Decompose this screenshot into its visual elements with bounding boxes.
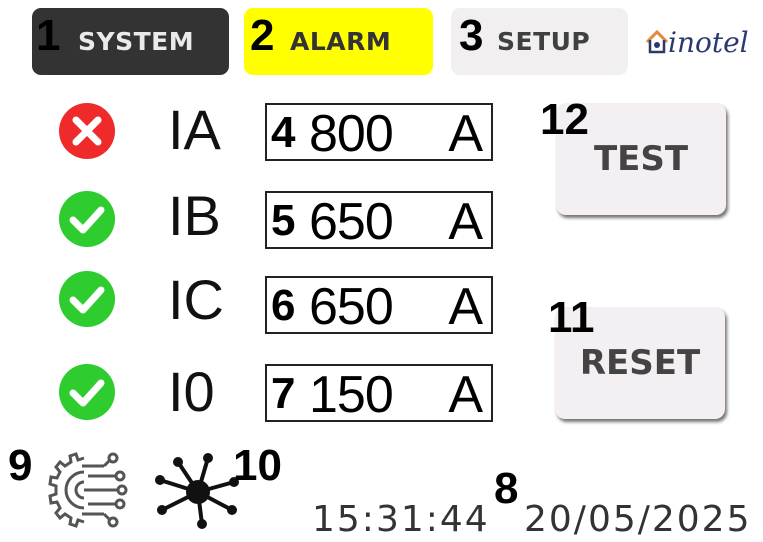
value-ib: 650 [309,193,394,251]
datetime-number: 8 [494,464,519,513]
check-circle-icon [57,269,117,329]
value-ic: 650 [309,278,394,336]
value-box-ia-number: 4 [271,108,296,157]
tab-setup-number: 3 [459,11,484,60]
unit-ia: A [448,105,483,163]
tab-alarm-number: 2 [250,11,275,60]
clock-time: 15:31:44 [312,499,490,540]
gear-circuit-icon [48,452,128,528]
channel-label-ib: IB [168,184,221,247]
channel-label-i0: I0 [168,360,215,423]
reset-button-label: RESET [579,343,701,383]
network-button[interactable] [150,450,242,532]
settings-button[interactable] [44,450,132,530]
tab-system[interactable]: SYSTEM [32,8,229,75]
value-box-ib: 5 650 A [265,191,493,249]
check-circle-icon [57,362,117,422]
tab-alarm-label: ALARM [290,27,392,56]
x-circle-icon [57,101,117,161]
tab-setup-label: SETUP [497,27,591,56]
network-hub-icon [155,453,239,529]
channel-label-ia: IA [168,98,221,161]
unit-ic: A [448,278,483,336]
test-button-label: TEST [593,139,689,179]
brand-logo: inotel [644,22,759,66]
value-ia: 800 [309,105,394,163]
value-box-ia: 4 800 A [265,103,493,161]
tab-system-label: SYSTEM [78,27,195,56]
value-box-i0-number: 7 [271,369,296,418]
value-box-ic-number: 6 [271,281,296,330]
settings-number: 9 [8,441,33,490]
tab-system-number: 1 [36,11,61,60]
unit-ib: A [448,193,483,251]
test-button-number: 12 [540,95,589,144]
value-box-ib-number: 5 [271,196,296,245]
brand-name: inotel [668,26,749,59]
network-number: 10 [233,441,282,490]
value-i0: 150 [309,366,394,424]
channel-label-ic: IC [168,268,224,331]
brand-logo-icon: inotel [645,26,749,59]
clock-date: 20/05/2025 [524,499,752,540]
value-box-ic: 6 650 A [265,276,493,334]
check-circle-icon [57,189,117,249]
unit-i0: A [448,366,483,424]
value-box-i0: 7 150 A [265,364,493,422]
reset-button-number: 11 [548,293,595,342]
